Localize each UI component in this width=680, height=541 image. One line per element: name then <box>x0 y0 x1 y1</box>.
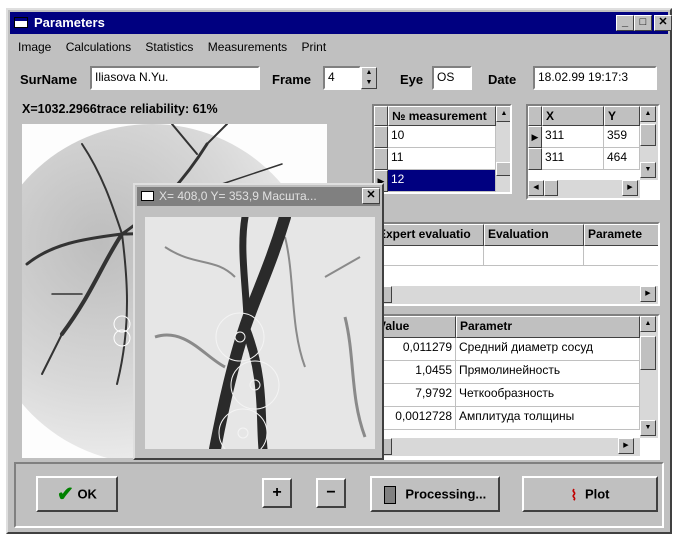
window-title: Parameters <box>34 15 105 30</box>
zoomed-vessel-image[interactable] <box>145 217 375 449</box>
points-hscrollbar[interactable]: ◀ ▶ <box>528 180 640 198</box>
scroll-thumb[interactable] <box>544 180 558 196</box>
window-icon <box>14 17 28 28</box>
param-name[interactable]: Четкообразность <box>456 384 640 407</box>
point-x-cell[interactable]: 311 <box>542 126 604 148</box>
title-bar: Parameters _ □ ✕ <box>10 12 672 34</box>
frame-spinner[interactable]: ▲ ▼ <box>361 67 377 89</box>
eye-field[interactable]: OS <box>432 66 472 90</box>
param-value[interactable]: 0,011279 <box>374 338 456 361</box>
menu-measurements[interactable]: Measurements <box>208 40 287 54</box>
param-name[interactable]: Амплитуда толщины <box>456 407 640 430</box>
evaluation-header[interactable]: Evaluation <box>484 224 584 246</box>
param-value[interactable]: 0,0012728 <box>374 407 456 430</box>
row-indicator[interactable] <box>374 126 388 148</box>
plot-button[interactable]: ⌇ Plot <box>522 476 658 512</box>
scroll-down-icon[interactable]: ▼ <box>640 162 656 178</box>
minimize-button[interactable]: _ <box>616 15 634 31</box>
measurement-row[interactable]: 10 <box>388 126 496 148</box>
scroll-left-icon[interactable]: ◀ <box>528 180 544 196</box>
surname-label: SurName <box>20 72 78 87</box>
expert-hscrollbar[interactable]: ▶ <box>374 286 658 304</box>
point-y-cell[interactable]: 464 <box>604 148 640 170</box>
scroll-up-icon[interactable]: ▲ <box>496 106 510 122</box>
row-indicator-header <box>374 106 388 126</box>
scroll-right-icon[interactable]: ▶ <box>622 180 638 196</box>
current-row-arrow-icon[interactable]: ▶ <box>528 126 542 148</box>
params-vscrollbar[interactable]: ▲ ▼ <box>640 316 658 438</box>
measurements-scrollbar[interactable]: ▲ <box>496 106 510 192</box>
y-header[interactable]: Y <box>604 106 640 126</box>
processing-label: Processing... <box>405 486 487 502</box>
button-bar: ✔ OK + − Processing... ⌇ Plot <box>14 462 664 528</box>
processing-button[interactable]: Processing... <box>370 476 500 512</box>
close-button[interactable]: ✕ <box>654 15 672 31</box>
minus-button[interactable]: − <box>316 478 346 508</box>
ok-label: OK <box>77 486 97 502</box>
menu-print[interactable]: Print <box>302 40 327 54</box>
params-hscrollbar[interactable]: ▶ <box>374 438 640 456</box>
param-value[interactable]: 7,9792 <box>374 384 456 407</box>
menu-statistics[interactable]: Statistics <box>145 40 193 54</box>
menu-bar: Image Calculations Statistics Measuremen… <box>18 40 337 58</box>
scroll-thumb[interactable] <box>496 162 510 176</box>
row-indicator[interactable] <box>374 148 388 170</box>
ok-button[interactable]: ✔ OK <box>36 476 118 512</box>
measurements-grid[interactable]: № measurement 10 11 ▶ 12 ▲ <box>372 104 512 194</box>
params-grid[interactable]: Value Parametr 0,011279 Средний диаметр … <box>372 314 660 460</box>
zoom-window[interactable]: X= 408,0 Y= 353,9 Масшта... ✕ <box>133 183 384 460</box>
measurement-header[interactable]: № measurement <box>388 106 496 126</box>
checkmark-icon: ✔ <box>57 483 74 506</box>
row-indicator[interactable] <box>528 148 542 170</box>
expert-evaluation-header[interactable]: Expert evaluatio <box>374 224 484 246</box>
plot-label: Plot <box>584 486 610 502</box>
parameter-header[interactable]: Paramete <box>584 224 658 246</box>
scroll-up-icon[interactable]: ▲ <box>640 106 656 122</box>
param-name[interactable]: Прямолинейность <box>456 361 640 384</box>
expert-cell[interactable] <box>484 246 584 266</box>
x-header[interactable]: X <box>542 106 604 126</box>
points-vscrollbar[interactable]: ▲ ▼ <box>640 106 658 180</box>
menu-calculations[interactable]: Calculations <box>66 40 131 54</box>
zoom-title: X= 408,0 Y= 353,9 Масшта... <box>159 189 317 203</box>
points-grid[interactable]: X Y ▶ 311 359 311 464 ▲ ▼ ◀ ▶ <box>526 104 660 200</box>
maximize-button[interactable]: □ <box>634 15 652 31</box>
date-field[interactable]: 18.02.99 19:17:3 <box>533 66 657 90</box>
plot-icon: ⌇ <box>570 486 578 503</box>
point-x-cell[interactable]: 311 <box>542 148 604 170</box>
zoomed-vessel-picture <box>145 217 375 449</box>
plus-button[interactable]: + <box>262 478 292 508</box>
scroll-right-icon[interactable]: ▶ <box>618 438 634 454</box>
scroll-thumb[interactable] <box>640 336 656 370</box>
frame-label: Frame <box>272 72 312 87</box>
window-icon <box>141 191 154 201</box>
eye-label: Eye <box>400 72 424 87</box>
value-header[interactable]: Value <box>374 316 456 338</box>
point-y-cell[interactable]: 359 <box>604 126 640 148</box>
measurement-row[interactable]: 11 <box>388 148 496 170</box>
measurement-row-selected[interactable]: 12 <box>388 170 496 192</box>
param-value[interactable]: 1,0455 <box>374 361 456 384</box>
zoom-title-bar[interactable]: X= 408,0 Y= 353,9 Масшта... ✕ <box>137 187 380 206</box>
frame-field[interactable]: 4 <box>323 66 361 90</box>
expert-grid[interactable]: Expert evaluatio Evaluation Paramete ▶ <box>372 222 660 306</box>
spin-down-icon[interactable]: ▼ <box>362 78 376 88</box>
expert-cell[interactable] <box>584 246 658 266</box>
parametr-header[interactable]: Parametr <box>456 316 640 338</box>
expert-cell[interactable] <box>374 246 484 266</box>
scroll-right-icon[interactable]: ▶ <box>640 286 656 302</box>
param-name[interactable]: Средний диаметр сосуд <box>456 338 640 361</box>
trace-info: X=1032.2966trace reliability: 61% <box>22 102 218 116</box>
scroll-down-icon[interactable]: ▼ <box>640 420 656 436</box>
scroll-thumb[interactable] <box>640 124 656 146</box>
zoom-close-button[interactable]: ✕ <box>362 188 380 204</box>
date-label: Date <box>488 72 517 87</box>
calculator-icon <box>383 485 396 504</box>
menu-image[interactable]: Image <box>18 40 51 54</box>
spin-up-icon[interactable]: ▲ <box>362 68 376 78</box>
scroll-up-icon[interactable]: ▲ <box>640 316 656 332</box>
surname-field[interactable]: Iliasova N.Yu. <box>90 66 260 90</box>
row-indicator-header <box>528 106 542 126</box>
